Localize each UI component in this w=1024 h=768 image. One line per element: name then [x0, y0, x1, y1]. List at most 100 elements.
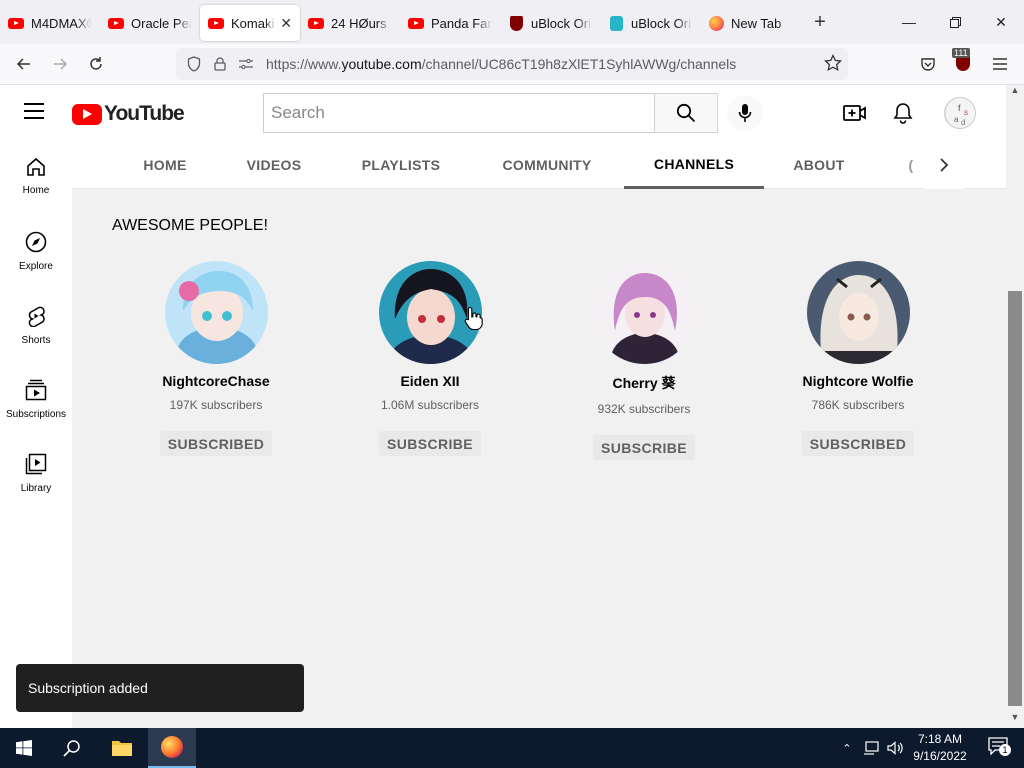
sidebar-item-label: Subscriptions — [5, 409, 67, 420]
lock-icon[interactable] — [208, 57, 232, 71]
tabs-scroll-right-button[interactable] — [924, 141, 964, 189]
ublock-lite-favicon-icon — [608, 15, 624, 31]
show-hidden-icons-button[interactable]: ⌃ — [838, 728, 856, 768]
browser-tab[interactable]: Komaki ✕ — [200, 5, 300, 41]
sidebar-item-home[interactable]: Home — [0, 141, 72, 215]
scroll-down-arrow-icon[interactable]: ▼ — [1006, 712, 1024, 728]
scroll-up-arrow-icon[interactable]: ▲ — [1006, 85, 1024, 99]
home-icon — [27, 157, 45, 176]
voice-search-button[interactable] — [727, 95, 763, 131]
start-button[interactable] — [0, 728, 48, 768]
channel-avatar[interactable] — [806, 261, 910, 364]
taskbar-clock[interactable]: 7:18 AM 9/16/2022 — [906, 731, 974, 765]
microphone-icon — [738, 104, 752, 122]
subscribe-button[interactable]: SUBSCRIBE — [378, 431, 482, 456]
youtube-logo[interactable]: YouTube — [72, 102, 185, 126]
taskbar-search-button[interactable] — [48, 728, 96, 768]
url-text: https://www.youtube.com/channel/UC86cT19… — [266, 56, 736, 72]
app-menu-button[interactable] — [982, 48, 1018, 80]
address-bar[interactable]: https://www.youtube.com/channel/UC86cT19… — [176, 48, 848, 80]
tab-search-partial[interactable]: ( — [902, 141, 920, 189]
windows-taskbar: ⌃ 7:18 AM 9/16/2022 1 — [0, 728, 1024, 768]
reload-icon — [90, 57, 102, 70]
guide-sidebar: Home Explore Shorts Subscriptions Librar… — [0, 141, 72, 728]
channel-avatar[interactable] — [164, 261, 268, 364]
close-window-button[interactable]: ✕ — [978, 0, 1024, 44]
subscribe-button[interactable]: SUBSCRIBE — [592, 435, 696, 460]
youtube-play-icon — [72, 103, 102, 125]
notifications-button[interactable] — [891, 101, 915, 125]
sidebar-item-label: Explore — [19, 261, 53, 272]
page-scrollbar[interactable]: ▲ ▼ — [1006, 85, 1024, 728]
restore-button[interactable] — [932, 0, 978, 44]
action-center-button[interactable]: 1 — [978, 728, 1018, 768]
subscriptions-icon — [25, 379, 47, 401]
close-tab-icon[interactable]: ✕ — [280, 15, 292, 32]
pocket-button[interactable] — [910, 48, 946, 80]
browser-tab[interactable]: Panda Fart — [400, 5, 500, 41]
youtube-favicon-icon — [8, 15, 24, 31]
tracking-protection-shield-icon[interactable] — [182, 56, 206, 72]
channel-name[interactable]: Nightcore Wolfie — [803, 373, 914, 389]
browser-tab-title: Komaki — [231, 15, 275, 31]
subscribed-button[interactable]: SUBSCRIBED — [159, 431, 273, 456]
new-tab-button[interactable]: + — [800, 4, 840, 40]
tab-list: M4DMAX® Oracle Peak Komaki ✕ 24 HØurs Panda F… — [0, 3, 800, 41]
browser-tab-strip: M4DMAX® Oracle Peak Komaki ✕ 24 HØurs Panda F… — [0, 0, 1024, 44]
ublock-badge: 111 — [952, 48, 970, 58]
url-domain: youtube.com — [341, 56, 422, 72]
browser-tab[interactable]: uBlock Origin — [600, 5, 700, 41]
back-button[interactable] — [6, 48, 42, 80]
channel-subscriber-count: 1.06M subscribers — [380, 398, 480, 412]
youtube-favicon-icon — [208, 15, 224, 31]
browser-tab[interactable]: 24 HØurs — [300, 5, 400, 41]
sidebar-item-shorts[interactable]: Shorts — [0, 289, 72, 363]
sidebar-item-explore[interactable]: Explore — [0, 215, 72, 289]
reload-button[interactable] — [78, 48, 114, 80]
browser-tab[interactable]: Oracle Peak — [100, 5, 200, 41]
browser-tab[interactable]: New Tab — [700, 5, 800, 41]
forward-arrow-icon — [54, 58, 68, 70]
search-input[interactable]: Search — [263, 93, 655, 133]
volume-icon[interactable] — [884, 728, 906, 768]
tab-channels[interactable]: CHANNELS — [624, 141, 764, 189]
account-avatar[interactable]: fsad — [944, 97, 976, 129]
sidebar-item-library[interactable]: Library — [0, 437, 72, 511]
ublock-extension-button[interactable]: 111 — [946, 48, 982, 80]
channel-name[interactable]: Eiden XII — [400, 373, 459, 389]
forward-button[interactable] — [42, 48, 78, 80]
scrollbar-thumb[interactable] — [1008, 291, 1022, 706]
tab-about[interactable]: ABOUT — [780, 141, 858, 189]
channel-avatar[interactable] — [592, 261, 696, 364]
browser-tab[interactable]: M4DMAX® — [0, 5, 100, 41]
tab-videos[interactable]: VIDEOS — [234, 141, 314, 189]
firefox-taskbar-button[interactable] — [148, 728, 196, 768]
create-button[interactable] — [843, 101, 867, 125]
sidebar-item-label: Library — [20, 483, 52, 494]
toast-message: Subscription added — [28, 680, 148, 696]
sidebar-item-subscriptions[interactable]: Subscriptions — [0, 363, 72, 437]
browser-tab-title: Panda Fart — [431, 15, 492, 31]
svg-text:s: s — [964, 108, 968, 117]
bookmark-star-icon[interactable] — [824, 53, 842, 75]
tab-playlists[interactable]: PLAYLISTS — [348, 141, 454, 189]
tab-home[interactable]: HOME — [124, 141, 206, 189]
search-button[interactable] — [654, 93, 718, 133]
ublock-favicon-icon — [508, 15, 524, 31]
network-icon[interactable] — [860, 728, 882, 768]
channel-name[interactable]: NightcoreChase — [162, 373, 269, 389]
tab-community[interactable]: COMMUNITY — [490, 141, 604, 189]
guide-menu-icon[interactable] — [24, 103, 48, 123]
subscribed-button[interactable]: SUBSCRIBED — [801, 431, 915, 456]
permissions-icon[interactable] — [234, 58, 258, 70]
channel-subscriber-count: 786K subscribers — [811, 398, 905, 412]
youtube-favicon-icon — [308, 15, 324, 31]
channel-name[interactable]: Cherry 葵 — [612, 373, 675, 393]
browser-tab-title: uBlock Origin — [631, 15, 692, 31]
minimize-button[interactable]: — — [886, 0, 932, 44]
channel-card: NightcoreChase 197K subscribers SUBSCRIB… — [116, 261, 316, 456]
url-prefix: https://www. — [266, 56, 342, 72]
browser-tab[interactable]: uBlock Origin — [500, 5, 600, 41]
firefox-favicon-icon — [708, 15, 724, 31]
file-explorer-button[interactable] — [98, 728, 146, 768]
